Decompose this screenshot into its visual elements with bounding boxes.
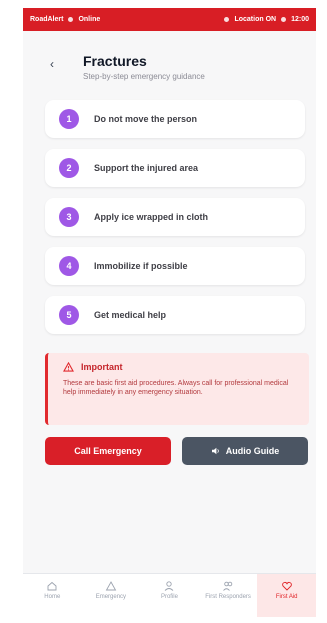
step-label: Get medical help [94, 310, 167, 320]
step-label: Do not move the person [94, 114, 198, 124]
step-label: Apply ice wrapped in cloth [94, 212, 209, 222]
nav-label: First Responders [205, 594, 251, 600]
nav-label: Emergency [95, 594, 127, 600]
online-dot-icon [68, 17, 74, 22]
alert-icon [105, 581, 117, 591]
important-alert: Important These are basic first aid proc… [45, 353, 309, 425]
app-screen: RoadAlert Online Location ON 12:00 ‹ Fra… [23, 8, 316, 617]
call-emergency-button[interactable]: Call Emergency [45, 437, 171, 465]
step-number-badge: 1 [59, 109, 79, 129]
app-name: RoadAlert [30, 16, 64, 23]
warning-triangle-icon [63, 362, 74, 372]
nav-label: Profile [160, 594, 178, 600]
location-status: Location ON [234, 16, 277, 23]
back-button[interactable]: ‹ [50, 57, 54, 71]
home-icon [47, 581, 57, 591]
speaker-icon [211, 447, 219, 455]
clock-dot-icon [281, 17, 287, 22]
page-subtitle: Step-by-step emergency guidance [83, 72, 205, 81]
step-number-badge: 2 [59, 158, 79, 178]
alert-title: Important [81, 362, 123, 372]
audio-guide-label: Audio Guide [225, 446, 280, 456]
location-dot-icon [224, 17, 230, 22]
bottom-nav: Home Emergency Profile First Responders [23, 573, 316, 617]
step-card: 1 Do not move the person [45, 100, 305, 138]
page-header: ‹ Fractures Step-by-step emergency guida… [23, 31, 316, 91]
chevron-left-icon: ‹ [50, 57, 54, 71]
step-label: Support the injured area [94, 163, 199, 173]
call-emergency-label: Call Emergency [74, 446, 142, 456]
nav-item-emergency[interactable]: Emergency [82, 574, 141, 617]
nav-label: First Aid [275, 594, 298, 600]
audio-guide-button[interactable]: Audio Guide [182, 437, 308, 465]
nav-item-first-responders[interactable]: First Responders [199, 574, 258, 617]
page-title: Fractures [83, 53, 147, 69]
step-label: Immobilize if possible [94, 261, 188, 271]
online-status: Online [78, 16, 101, 23]
nav-label: Home [44, 594, 61, 600]
step-card: 3 Apply ice wrapped in cloth [45, 198, 305, 236]
nav-item-first-aid[interactable]: First Aid [257, 574, 316, 617]
heart-icon [281, 581, 292, 591]
step-number-badge: 3 [59, 207, 79, 227]
step-number-badge: 5 [59, 305, 79, 325]
status-bar: RoadAlert Online Location ON 12:00 [23, 8, 316, 31]
step-card: 2 Support the injured area [45, 149, 305, 187]
nav-item-profile[interactable]: Profile [140, 574, 199, 617]
step-card: 5 Get medical help [45, 296, 305, 334]
nav-item-home[interactable]: Home [23, 574, 82, 617]
responders-icon [223, 581, 233, 591]
step-card: 4 Immobilize if possible [45, 247, 305, 285]
status-time: 12:00 [291, 16, 309, 23]
user-icon [165, 581, 174, 591]
alert-body: These are basic first aid procedures. Al… [63, 380, 289, 396]
step-number-badge: 4 [59, 256, 79, 276]
